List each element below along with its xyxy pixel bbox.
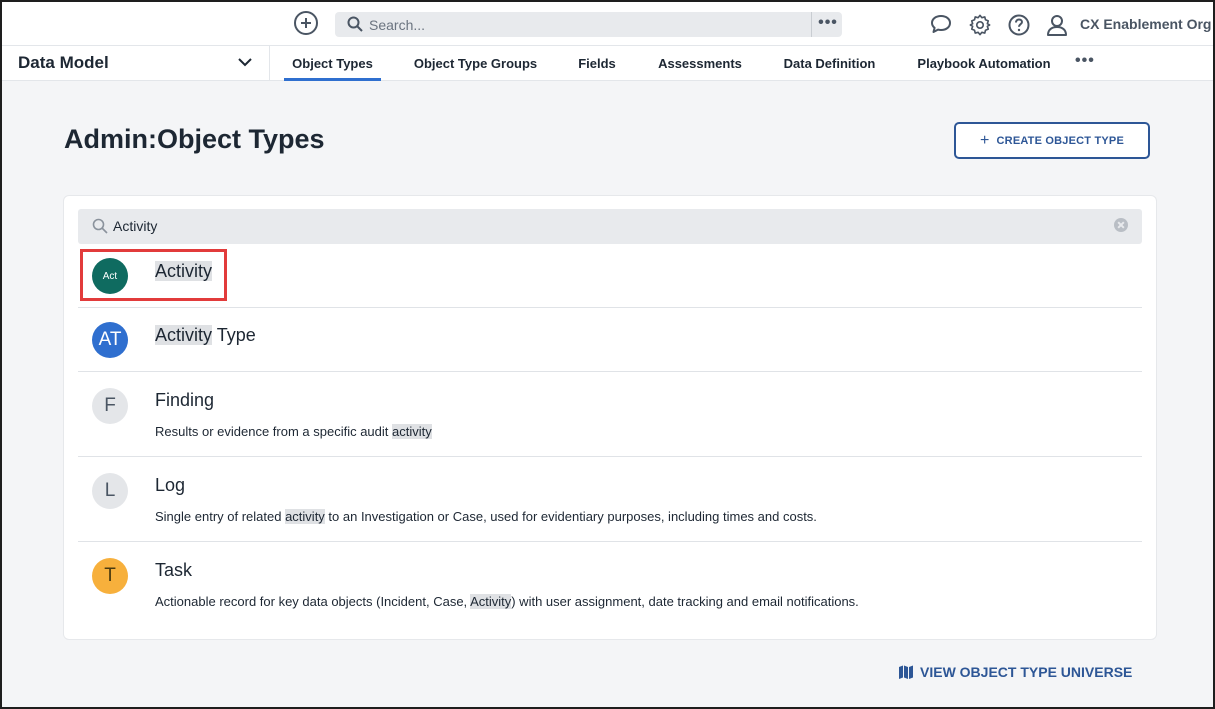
desc-text: to an Investigation or Case, used for ev… — [324, 509, 817, 524]
search-options-button[interactable]: ••• — [815, 14, 841, 34]
clear-icon[interactable] — [1114, 218, 1128, 232]
gear-icon[interactable] — [969, 14, 991, 36]
title-separator: : — [148, 124, 157, 154]
row-description: Results or evidence from a specific audi… — [155, 424, 432, 439]
row-title: Log — [155, 475, 186, 495]
nav-bar: Data Model Object Types Object Type Grou… — [2, 46, 1213, 81]
object-types-card: Activity Act Activity AT Activity Type F… — [63, 195, 1157, 640]
avatar: AT — [92, 322, 128, 358]
match-highlight: Activity — [470, 594, 512, 609]
section-label: Data Model — [18, 53, 109, 72]
desc-text: ) with user assignment, date tracking an… — [511, 594, 859, 609]
match-highlight: activity — [392, 424, 432, 439]
desc-text: Results or evidence from a specific audi… — [155, 424, 392, 439]
add-icon[interactable] — [294, 11, 318, 35]
row-title: Task — [155, 560, 193, 580]
map-icon — [899, 665, 913, 679]
tabs-more-button[interactable]: ••• — [1075, 52, 1095, 70]
match-highlight: Activity — [155, 325, 213, 345]
section-dropdown[interactable]: Data Model — [2, 46, 270, 81]
search-divider — [811, 12, 812, 37]
search-placeholder: Search... — [369, 17, 426, 33]
chevron-down-icon — [238, 58, 252, 67]
tab-object-type-groups[interactable]: Object Type Groups — [412, 46, 539, 81]
search-icon — [347, 16, 363, 32]
title-rest: Type — [212, 325, 256, 345]
page-title: Admin:Object Types — [64, 124, 325, 155]
chat-icon[interactable] — [930, 14, 952, 34]
user-icon[interactable] — [1046, 14, 1068, 36]
desc-text: Single entry of related — [155, 509, 286, 524]
plus-icon: + — [979, 131, 990, 149]
list-item-task[interactable]: T Task Actionable record for key data ob… — [78, 542, 1142, 627]
title-text: Object Types — [157, 124, 325, 154]
universe-link-label: VIEW OBJECT TYPE UNIVERSE — [920, 664, 1133, 680]
list-item-finding[interactable]: F Finding Results or evidence from a spe… — [78, 372, 1142, 457]
org-name[interactable]: CX Enablement Org — [1080, 16, 1211, 32]
filter-value: Activity — [113, 218, 158, 234]
row-title: Activity Type — [155, 325, 256, 346]
top-bar: Search... ••• CX Enablement Org — [2, 2, 1213, 46]
list-item-log[interactable]: L Log Single entry of related activity t… — [78, 457, 1142, 542]
search-icon — [92, 218, 108, 234]
title-prefix: Admin — [64, 124, 148, 154]
tab-object-types[interactable]: Object Types — [284, 46, 381, 81]
desc-text: Actionable record for key data objects (… — [155, 594, 471, 609]
match-highlight: activity — [285, 509, 325, 524]
row-description: Single entry of related activity to an I… — [155, 509, 817, 524]
tab-playbook-automation[interactable]: Playbook Automation — [914, 46, 1054, 81]
row-description: Actionable record for key data objects (… — [155, 594, 859, 609]
list-item-activity[interactable]: Act Activity — [78, 244, 1142, 308]
view-universe-link[interactable]: VIEW OBJECT TYPE UNIVERSE — [898, 664, 1132, 680]
tab-assessments[interactable]: Assessments — [655, 46, 745, 81]
avatar: L — [92, 473, 128, 509]
filter-input[interactable]: Activity — [78, 209, 1142, 244]
help-icon[interactable] — [1008, 14, 1030, 36]
app-window: Search... ••• CX Enablement Org Data Mod… — [0, 0, 1215, 709]
annotation-highlight-box — [80, 249, 227, 301]
global-search[interactable]: Search... ••• — [335, 12, 842, 37]
list-item-activity-type[interactable]: AT Activity Type — [78, 308, 1142, 372]
create-button-label: CREATE OBJECT TYPE — [996, 134, 1124, 147]
row-title: Finding — [155, 390, 215, 410]
tab-fields[interactable]: Fields — [572, 46, 622, 81]
avatar: T — [92, 558, 128, 594]
tab-data-definition[interactable]: Data Definition — [778, 46, 881, 81]
avatar: F — [92, 388, 128, 424]
create-object-type-button[interactable]: + CREATE OBJECT TYPE — [954, 122, 1150, 159]
